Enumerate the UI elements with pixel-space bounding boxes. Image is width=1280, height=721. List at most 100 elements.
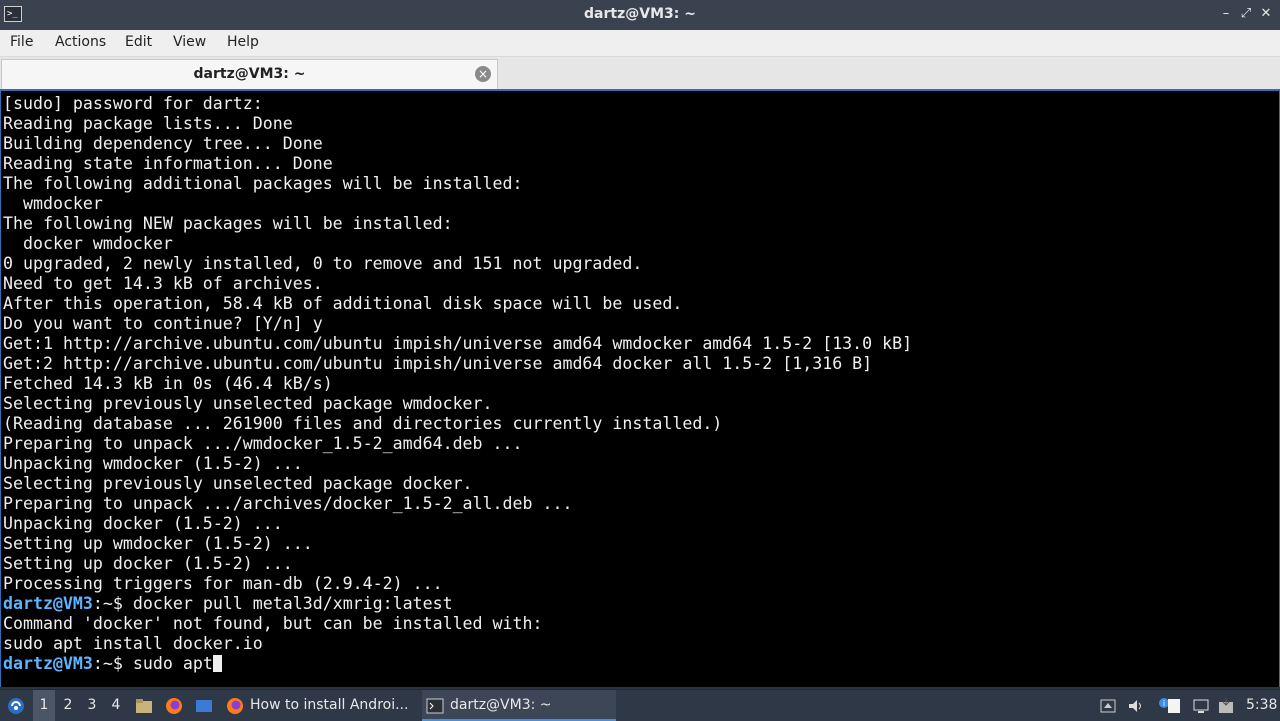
- restore-button[interactable]: ⤢: [1238, 6, 1254, 22]
- terminal-line: Get:2 http://archive.ubuntu.com/ubuntu i…: [3, 354, 912, 374]
- menu-help[interactable]: Help: [227, 34, 259, 50]
- output-text: Command 'docker' not found, but can be i…: [3, 614, 543, 633]
- output-text: Setting up docker (1.5-2) ...: [3, 554, 293, 573]
- output-text: Fetched 14.3 kB in 0s (46.4 kB/s): [3, 374, 333, 393]
- output-text: Preparing to unpack .../wmdocker_1.5-2_a…: [3, 434, 523, 453]
- output-text: Processing triggers for man-db (2.9.4-2)…: [3, 574, 443, 593]
- task-label: How to install Androi...: [250, 697, 409, 713]
- terminal-line: Reading state information... Done: [3, 154, 912, 174]
- shell-prompt: dartz@VM3: [3, 594, 93, 613]
- terminal-line: The following additional packages will b…: [3, 174, 912, 194]
- terminal-line: Preparing to unpack .../archives/docker_…: [3, 494, 912, 514]
- output-text: The following additional packages will b…: [3, 174, 523, 193]
- terminal-line: Need to get 14.3 kB of archives.: [3, 274, 912, 294]
- output-text: [sudo] password for dartz:: [3, 94, 263, 113]
- output-text: Get:2 http://archive.ubuntu.com/ubuntu i…: [3, 354, 873, 373]
- menu-file[interactable]: File: [10, 34, 33, 50]
- terminal-lines: [sudo] password for dartz: Reading packag…: [3, 94, 912, 674]
- keyboard-icon[interactable]: [1098, 690, 1118, 721]
- updates-icon[interactable]: [1216, 690, 1236, 721]
- output-text: Selecting previously unselected package …: [3, 474, 473, 493]
- output-text: Unpacking wmdocker (1.5-2) ...: [3, 454, 303, 473]
- terminal-line: After this operation, 58.4 kB of additio…: [3, 294, 912, 314]
- tab-close-icon[interactable]: ×: [475, 66, 491, 82]
- terminal-output[interactable]: [sudo] password for dartz: Reading packag…: [0, 89, 1280, 687]
- firefox-icon: [227, 698, 243, 714]
- output-text: Selecting previously unselected package …: [3, 394, 493, 413]
- terminal-line: dartz@VM3:~$ sudo apt: [3, 654, 912, 674]
- terminal-line: Do you want to continue? [Y/n] y: [3, 314, 912, 334]
- output-text: Preparing to unpack .../archives/docker_…: [3, 494, 573, 513]
- workspace-4[interactable]: 4: [105, 690, 127, 721]
- terminal-icon: [426, 698, 444, 714]
- workspace-3[interactable]: 3: [81, 690, 103, 721]
- terminal-line: Setting up docker (1.5-2) ...: [3, 554, 912, 574]
- terminal-line: Unpacking docker (1.5-2) ...: [3, 514, 912, 534]
- terminal-line: Fetched 14.3 kB in 0s (46.4 kB/s): [3, 374, 912, 394]
- taskbar: 1 2 3 4 How to install Androi... dartz@V…: [0, 689, 1280, 721]
- terminal-line: Building dependency tree... Done: [3, 134, 912, 154]
- output-text: Get:1 http://archive.ubuntu.com/ubuntu i…: [3, 334, 913, 353]
- terminal-line: Selecting previously unselected package …: [3, 394, 912, 414]
- menu-bar: File Actions Edit View Help: [0, 30, 1280, 57]
- output-text: The following NEW packages will be insta…: [3, 214, 453, 233]
- terminal-line: Get:1 http://archive.ubuntu.com/ubuntu i…: [3, 334, 912, 354]
- workspace-2[interactable]: 2: [57, 690, 79, 721]
- output-text: 0 upgraded, 2 newly installed, 0 to remo…: [3, 254, 643, 273]
- terminal-line: (Reading database ... 261900 files and d…: [3, 414, 912, 434]
- output-text: (Reading database ... 261900 files and d…: [3, 414, 723, 433]
- output-text: docker wmdocker: [3, 234, 173, 253]
- output-text: wmdocker: [3, 194, 103, 213]
- tab-bar: dartz@VM3: ~ ×: [0, 57, 1280, 89]
- output-text: Need to get 14.3 kB of archives.: [3, 274, 323, 293]
- terminal-line: docker wmdocker: [3, 234, 912, 254]
- window-titlebar[interactable]: >_ dartz@VM3: ~ – ⤢ ✕: [0, 0, 1280, 30]
- tab-label: dartz@VM3: ~: [193, 66, 306, 82]
- text-cursor: [212, 655, 222, 672]
- minimize-button[interactable]: –: [1218, 6, 1234, 22]
- terminal-line: The following NEW packages will be insta…: [3, 214, 912, 234]
- menu-actions[interactable]: Actions: [55, 34, 106, 50]
- output-text: After this operation, 58.4 kB of additio…: [3, 294, 683, 313]
- output-text: Reading state information... Done: [3, 154, 333, 173]
- start-menu-icon[interactable]: [4, 690, 28, 721]
- command-text: sudo apt: [122, 654, 213, 673]
- desktop-icon[interactable]: [193, 690, 215, 721]
- terminal-line: 0 upgraded, 2 newly installed, 0 to remo…: [3, 254, 912, 274]
- terminal-line: Reading package lists... Done: [3, 114, 912, 134]
- terminal-line: Unpacking wmdocker (1.5-2) ...: [3, 454, 912, 474]
- shell-prompt: dartz@VM3: [3, 654, 93, 673]
- menu-view[interactable]: View: [173, 34, 206, 50]
- workspace-1[interactable]: 1: [33, 690, 55, 721]
- clipboard-icon[interactable]: [1164, 690, 1184, 721]
- task-terminal[interactable]: dartz@VM3: ~: [422, 690, 616, 721]
- output-text: Reading package lists... Done: [3, 114, 293, 133]
- output-text: Setting up wmdocker (1.5-2) ...: [3, 534, 313, 553]
- menu-edit[interactable]: Edit: [125, 34, 152, 50]
- terminal-line: Preparing to unpack .../wmdocker_1.5-2_a…: [3, 434, 912, 454]
- tab-terminal[interactable]: dartz@VM3: ~ ×: [1, 59, 498, 89]
- output-text: Do you want to continue? [Y/n] y: [3, 314, 323, 333]
- terminal-line: wmdocker: [3, 194, 912, 214]
- task-label: dartz@VM3: ~: [450, 697, 552, 713]
- terminal-line: Setting up wmdocker (1.5-2) ...: [3, 534, 912, 554]
- network-icon[interactable]: [1190, 690, 1212, 721]
- shell-prompt-path: :~$: [92, 654, 123, 673]
- shell-prompt-path: :~$: [92, 594, 123, 613]
- terminal-line: sudo apt install docker.io: [3, 634, 912, 654]
- terminal-line: [sudo] password for dartz:: [3, 94, 912, 114]
- terminal-line: Selecting previously unselected package …: [3, 474, 912, 494]
- files-icon[interactable]: [133, 690, 155, 721]
- volume-icon[interactable]: [1126, 690, 1146, 721]
- task-firefox[interactable]: How to install Androi...: [222, 690, 442, 721]
- firefox-icon[interactable]: [163, 690, 185, 721]
- terminal-line: dartz@VM3:~$ docker pull metal3d/xmrig:l…: [3, 594, 912, 614]
- command-text: docker pull metal3d/xmrig:latest: [122, 594, 453, 613]
- output-text: Building dependency tree... Done: [3, 134, 323, 153]
- output-text: Unpacking docker (1.5-2) ...: [3, 514, 283, 533]
- output-text: sudo apt install docker.io: [3, 634, 263, 653]
- window-title: dartz@VM3: ~: [584, 6, 696, 22]
- clock[interactable]: 5:38: [1246, 690, 1277, 721]
- terminal-line: Command 'docker' not found, but can be i…: [3, 614, 912, 634]
- close-button[interactable]: ✕: [1258, 6, 1274, 22]
